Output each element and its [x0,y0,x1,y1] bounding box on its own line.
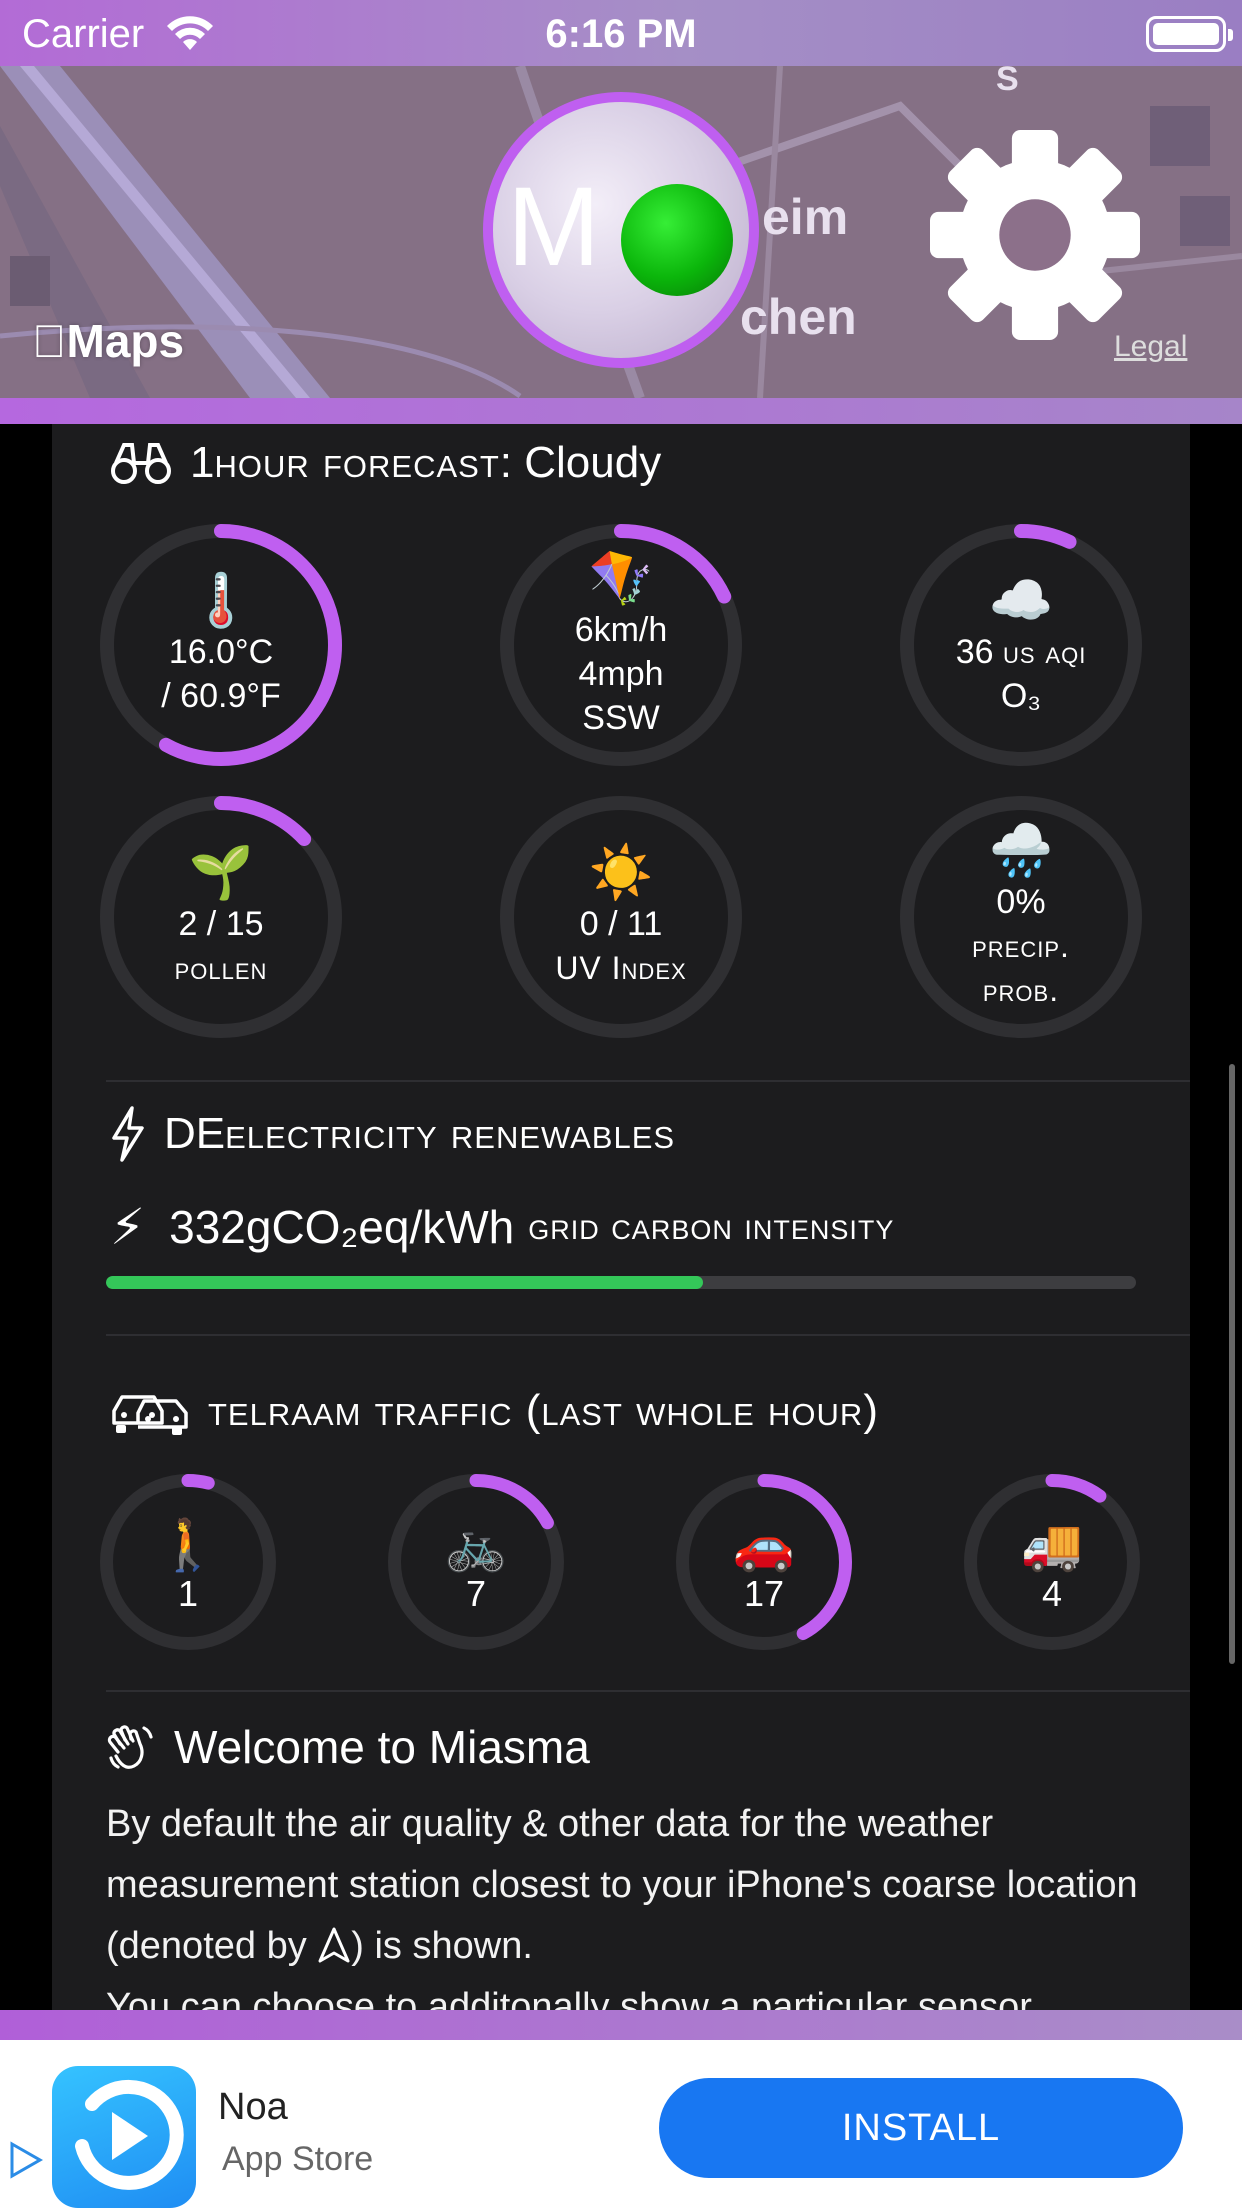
high-voltage-icon: ⚡ [110,1199,146,1255]
avatar-letter: M [507,164,601,289]
seedling-icon: 🌱 [188,844,254,902]
bolt-icon [112,1106,144,1162]
wind-direction: SSW [582,699,660,737]
uv-value: 0 / 11 [579,905,663,943]
carbon-progress-bar [106,1276,1136,1289]
precip-label-1: precip. [972,928,1070,964]
electricity-title-prefix: DE [164,1109,226,1158]
electricity-title: DE electricity renewables [110,1106,675,1162]
map-label: S [996,66,1019,98]
bike-count: 7 [465,1573,487,1614]
gauge-precipitation[interactable]: 🌧️ 0% precip. prob. [896,792,1146,1042]
content-card[interactable]: 1 hour forecast: Cloudy 🌡️ 16.0°C / 60.9… [52,424,1190,2010]
thermometer-icon: 🌡️ [188,572,254,630]
bicycle-icon: 🚲 [444,1517,508,1573]
status-indicator-dot [621,184,733,296]
status-bar: Carrier 6:16 PM [0,0,1242,66]
forecast-title-prefix: 1 [190,438,215,487]
traffic-title-sc: telraam traffic (last whole hour) [208,1386,879,1435]
gauge-pollen[interactable]: 🌱 2 / 15 pollen [96,792,346,1042]
aqi-number: 36 [955,633,1003,671]
pedestrian-icon: 🚶 [156,1517,220,1573]
red-car-icon: 🚗 [732,1517,796,1573]
carbon-progress-fill [106,1276,704,1289]
car-icon [112,1395,188,1435]
gauge-uv-index[interactable]: ☀️ 0 / 11 UV Index [496,792,746,1042]
ad-choices-icon[interactable] [8,2140,44,2180]
traffic-bikes[interactable]: 🚲 7 [384,1470,568,1654]
precip-label-2: prob. [982,972,1060,1008]
pollen-label: pollen [174,950,268,986]
forecast-title-sc: hour forecast [214,438,500,487]
electricity-title-sc: electricity renewables [225,1109,676,1158]
traffic-cars[interactable]: 🚗 17 [672,1470,856,1654]
pollen-value: 2 / 15 [178,905,264,943]
rain-cloud-icon: 🌧️ [988,822,1054,880]
ad-banner[interactable]: Noa App Store INSTALL [0,2040,1242,2208]
precip-value: 0% [996,883,1046,921]
section-divider [106,1334,1190,1336]
forecast-title-suffix: : Cloudy [499,438,662,487]
traffic-trucks[interactable]: 🚚 4 [960,1470,1144,1654]
map-label: eim [762,189,849,245]
temperature-fahrenheit: / 60.9°F [161,677,281,715]
location-arrow-icon [318,1927,350,1963]
binoculars-icon [111,443,171,484]
uv-label: UV Index [555,950,687,986]
ad-store-label: App Store [222,2140,374,2178]
clock-time: 6:16 PM [545,12,697,56]
play-circle-icon [75,2079,184,2190]
kite-icon: 🪁 [588,550,654,608]
gauge-wind[interactable]: 🪁 6km/h 4mph SSW [496,520,746,770]
welcome-title: Welcome to Miasma [106,1720,590,1774]
pedestrian-count: 1 [177,1573,199,1614]
cloud-icon: ☁️ [988,572,1054,630]
truck-icon: 🚚 [1020,1517,1084,1573]
header-accent-bar [0,398,1242,424]
carbon-label: grid carbon intensity [528,1205,895,1248]
ad-app-name[interactable]: Noa [218,2086,288,2129]
ad-accent-bar [0,2010,1242,2040]
wind-kmh: 6km/h [574,611,668,649]
gauge-temperature[interactable]: 🌡️ 16.0°C / 60.9°F [96,520,346,770]
section-divider [106,1080,1190,1082]
aqi-pollutant: O₃ [1000,677,1042,715]
station-avatar-button[interactable]: M [483,92,759,368]
carbon-value: 332gCO₂eq/kWh [169,1201,515,1253]
aqi-value: 36 us aqi [956,630,1087,674]
welcome-body: By default the air quality & other data … [106,1794,1156,2010]
map-label: chen [740,289,857,345]
carbon-intensity-row[interactable]: ⚡ 332gCO₂eq/kWh grid carbon intensity [110,1198,894,1256]
welcome-body-text-2: ) is shown. [351,1925,533,1967]
scroll-indicator[interactable] [1229,1064,1235,1664]
traffic-title: telraam traffic (last whole hour) [110,1386,879,1436]
settings-gear-icon[interactable] [930,130,1140,340]
section-divider [106,1690,1190,1692]
welcome-title-text: Welcome to Miasma [174,1721,590,1773]
install-button[interactable]: INSTALL [659,2078,1183,2178]
traffic-pedestrians[interactable]: 🚶 1 [96,1470,280,1654]
app-icon[interactable] [52,2066,196,2208]
gauge-air-quality[interactable]: ☁️ 36 us aqi O₃ [896,520,1146,770]
forecast-title: 1 hour forecast: Cloudy [110,438,661,488]
sun-icon: ☀️ [588,844,654,902]
battery-icon [1146,16,1233,52]
temperature-celsius: 16.0°C [168,633,274,671]
waving-hand-icon [107,1725,153,1769]
welcome-body-text-3: You can choose to additonally show a par… [106,1986,1032,2010]
welcome-body-text-1: By default the air quality & other data … [106,1803,1138,1967]
apple-maps-logo: Maps [32,315,184,367]
wind-mph: 4mph [578,655,664,693]
car-count: 17 [743,1573,785,1614]
aqi-unit: us aqi [1002,634,1087,670]
truck-count: 4 [1041,1573,1063,1614]
